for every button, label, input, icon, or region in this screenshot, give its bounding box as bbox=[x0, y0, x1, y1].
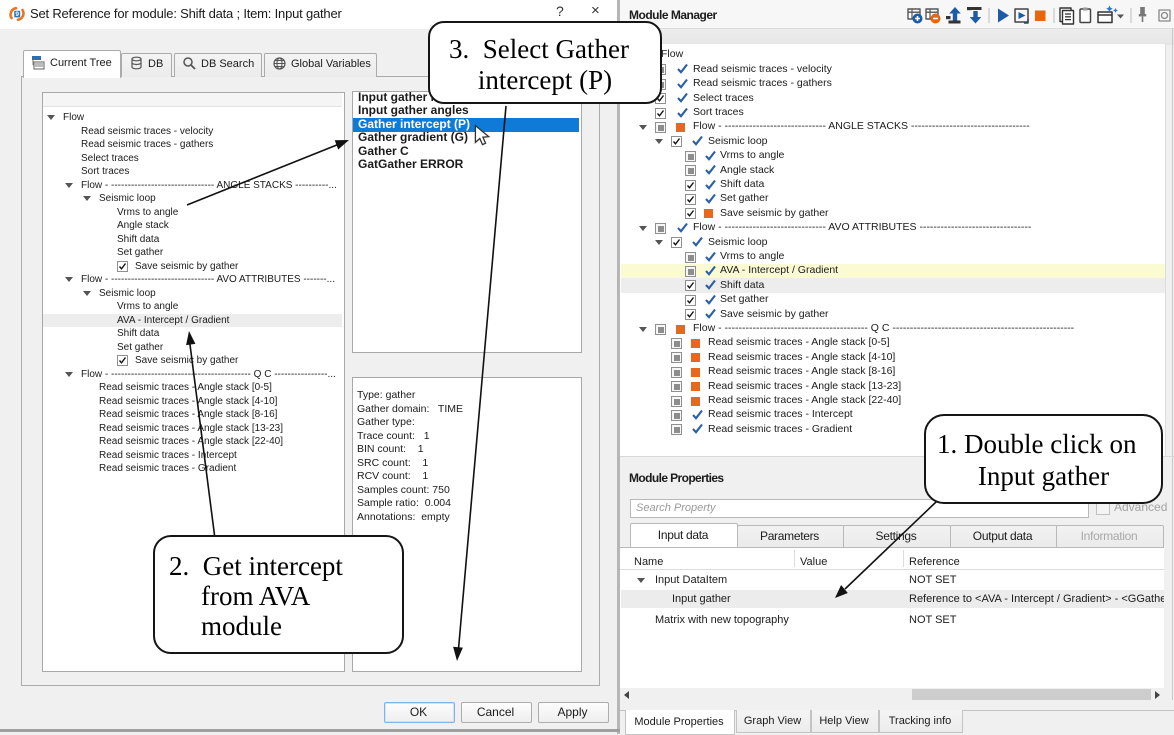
svg-text:9: 9 bbox=[15, 11, 19, 18]
